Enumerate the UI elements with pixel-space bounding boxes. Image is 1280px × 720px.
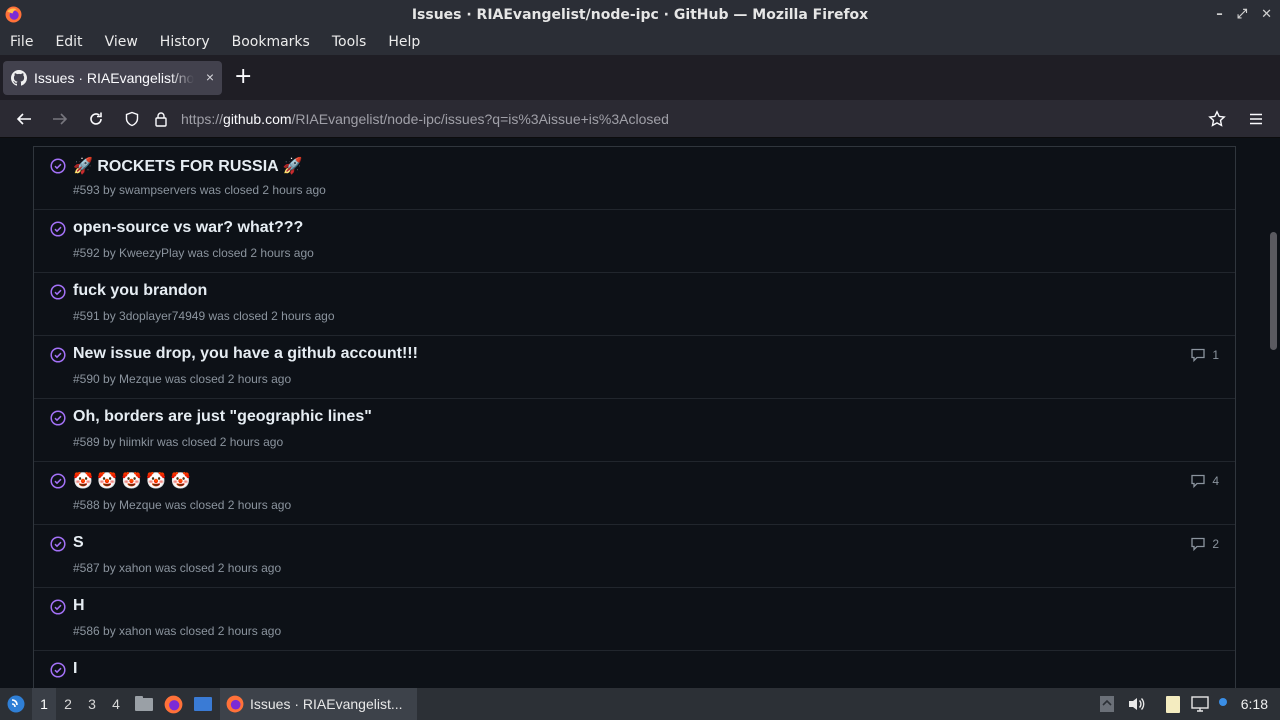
url-text[interactable]: https://github.com/RIAEvangelist/node-ip… [181,111,669,127]
issue-title[interactable]: S [73,534,84,552]
closed-issue-icon [50,536,66,552]
clock[interactable]: 6:18 [1241,688,1268,720]
volume-icon[interactable] [1127,688,1147,720]
workspace-2[interactable]: 2 [56,688,80,720]
workspace-4[interactable]: 4 [104,688,128,720]
back-icon[interactable] [14,109,34,129]
minimize-button[interactable]: – [1216,7,1223,22]
start-menu-icon[interactable] [4,688,28,720]
reload-icon[interactable] [86,109,106,129]
issue-meta: #586 by xahon was closed 2 hours ago [73,624,282,638]
comment-count-link[interactable]: 1 [1190,347,1219,363]
url-scheme: https:// [181,111,224,127]
issue-title[interactable]: H [73,597,85,615]
issue-title[interactable]: New issue drop, you have a github accoun… [73,345,418,363]
network-icon[interactable] [1191,688,1213,720]
issue-meta: #590 by Mezque was closed 2 hours ago [73,372,292,386]
closed-issue-icon [50,599,66,615]
url-host: github.com [223,111,292,127]
comment-count-link[interactable]: 4 [1190,473,1219,489]
tab-github-issues[interactable]: Issues · RIAEvangelist/node-ipc · GitHub… [3,61,222,95]
issue-title[interactable]: fuck you brandon [73,282,207,300]
desktop-icon[interactable] [193,688,215,720]
notification-icon[interactable] [1219,688,1229,720]
issue-title[interactable]: I [73,660,77,678]
github-icon [11,70,27,86]
issue-row[interactable]: S #587 by xahon was closed 2 hours ago 2 [34,525,1235,588]
issue-title[interactable]: Oh, borders are just "geographic lines" [73,408,372,426]
issue-row[interactable]: I [34,651,1235,688]
clipboard-icon[interactable] [1164,688,1184,720]
issue-meta: #591 by 3doplayer74949 was closed 2 hour… [73,309,335,323]
comment-icon [1191,348,1205,363]
closed-issue-icon [50,158,66,174]
issue-meta: #589 by hiimkir was closed 2 hours ago [73,435,284,449]
issue-row[interactable]: Oh, borders are just "geographic lines" … [34,399,1235,462]
tray-arrow-icon[interactable] [1099,688,1117,720]
taskbar-task-firefox[interactable]: Issues · RIAEvangelist... [220,688,417,720]
issue-row[interactable]: 🤡 🤡 🤡 🤡 🤡 #588 by Mezque was closed 2 ho… [34,462,1235,525]
issue-row[interactable]: fuck you brandon #591 by 3doplayer74949 … [34,273,1235,336]
issue-row[interactable]: open-source vs war? what??? #592 by Kwee… [34,210,1235,273]
firefox-icon [226,695,244,713]
tab-title: Issues · RIAEvangelist/node-ipc · GitHub [34,70,194,86]
page-scrollbar[interactable] [1270,232,1277,350]
firefox-launcher-icon[interactable] [164,688,184,720]
closed-issue-icon [50,284,66,300]
closed-issue-icon [50,347,66,363]
close-window-button[interactable]: ✕ [1261,7,1272,22]
menu-history[interactable]: History [149,34,221,50]
bookmark-star-icon[interactable] [1207,109,1227,129]
forward-icon[interactable] [50,109,70,129]
window-titlebar: Issues · RIAEvangelist/node-ipc · GitHub… [0,0,1280,29]
workspace-3[interactable]: 3 [80,688,104,720]
closed-issue-icon [50,662,66,678]
comment-icon [1191,474,1205,489]
tab-strip: Issues · RIAEvangelist/node-ipc · GitHub… [0,55,1280,100]
lock-icon[interactable] [154,111,168,127]
workspace-1[interactable]: 1 [32,688,56,720]
issue-title[interactable]: 🚀 ROCKETS FOR RUSSIA 🚀 [73,156,302,176]
closed-issue-icon [50,410,66,426]
closed-issue-icon [50,221,66,237]
firefox-icon [5,6,22,23]
menu-bookmarks[interactable]: Bookmarks [221,34,321,50]
menu-tools[interactable]: Tools [321,34,378,50]
new-tab-button[interactable]: + [234,66,252,88]
comment-count: 1 [1212,348,1219,362]
issue-meta: #593 by swampservers was closed 2 hours … [73,183,326,197]
menu-bar: File Edit View History Bookmarks Tools H… [0,29,1280,55]
menu-file[interactable]: File [0,34,44,50]
issue-row[interactable]: H #586 by xahon was closed 2 hours ago [34,588,1235,651]
comment-count-link[interactable]: 2 [1190,536,1219,552]
comment-count: 2 [1212,537,1219,551]
task-title: Issues · RIAEvangelist... [250,696,403,712]
tracking-shield-icon[interactable] [124,111,140,127]
hamburger-menu-icon[interactable] [1246,109,1266,129]
issue-meta: #587 by xahon was closed 2 hours ago [73,561,282,575]
taskbar: 1 2 3 4 Issues · RIAEvangelist... 6:18 [0,688,1280,720]
comment-icon [1191,537,1205,552]
issue-meta: #588 by Mezque was closed 2 hours ago [73,498,292,512]
file-manager-icon[interactable] [134,688,154,720]
menu-edit[interactable]: Edit [44,34,93,50]
navigation-bar: https://github.com/RIAEvangelist/node-ip… [0,100,1280,138]
issue-row[interactable]: 🚀 ROCKETS FOR RUSSIA 🚀 #593 by swampserv… [34,147,1235,210]
issue-meta: #592 by KweezyPlay was closed 2 hours ag… [73,246,314,260]
menu-help[interactable]: Help [377,34,431,50]
issue-row[interactable]: New issue drop, you have a github accoun… [34,336,1235,399]
window-title: Issues · RIAEvangelist/node-ipc · GitHub… [411,6,869,23]
page-content: 🚀 ROCKETS FOR RUSSIA 🚀 #593 by swampserv… [0,138,1280,688]
url-bar[interactable]: https://github.com/RIAEvangelist/node-ip… [118,104,1236,134]
menu-view[interactable]: View [94,34,149,50]
issue-title[interactable]: 🤡 🤡 🤡 🤡 🤡 [73,471,190,491]
closed-issue-icon [50,473,66,489]
issue-title[interactable]: open-source vs war? what??? [73,219,303,237]
issue-list: 🚀 ROCKETS FOR RUSSIA 🚀 #593 by swampserv… [33,146,1236,688]
url-path: /RIAEvangelist/node-ipc/issues?q=is%3Ais… [291,111,669,127]
comment-count: 4 [1212,474,1219,488]
tab-close-button[interactable]: × [206,69,214,85]
maximize-button[interactable]: ⤢ [1237,7,1247,22]
